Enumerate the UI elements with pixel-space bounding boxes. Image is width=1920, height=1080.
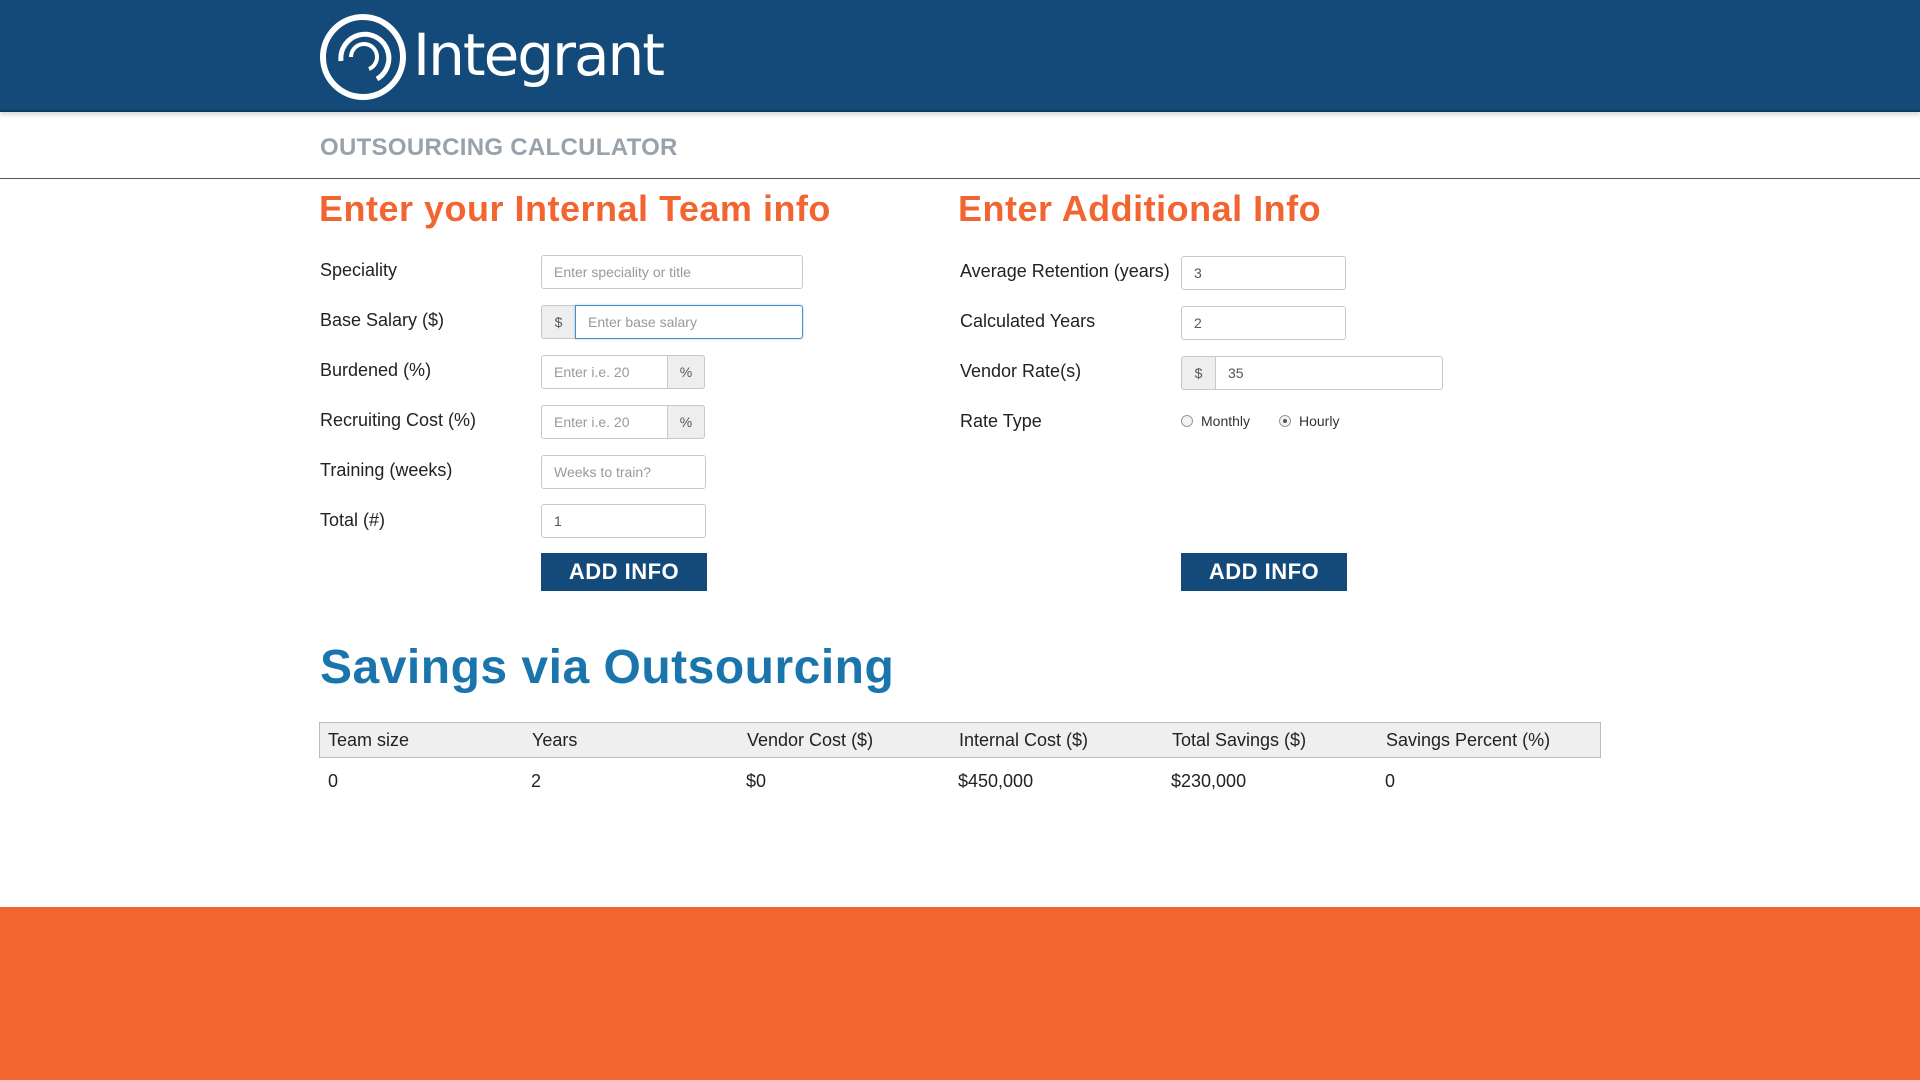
calculated-years-input[interactable] (1181, 306, 1346, 340)
cell-vendor-cost: $0 (746, 770, 767, 791)
column-header-vendor-cost: Vendor Cost ($) (747, 729, 874, 750)
vendor-rate-label: Vendor Rate(s) (960, 361, 1082, 381)
column-header-total-savings: Total Savings ($) (1172, 729, 1307, 750)
integrant-swirl-logo-icon (320, 14, 406, 100)
add-additional-info-button[interactable]: ADD INFO (1181, 553, 1347, 591)
savings-title: Savings via Outsourcing (320, 641, 895, 694)
additional-info-title: Enter Additional Info (958, 188, 1322, 229)
base-salary-input[interactable] (575, 305, 803, 339)
logo-wordmark: Integrant (413, 21, 665, 89)
total-label: Total (#) (320, 510, 386, 530)
cell-years: 2 (531, 770, 542, 791)
column-header-savings-percent: Savings Percent (%) (1386, 729, 1551, 750)
speciality-input[interactable] (541, 255, 803, 289)
hourly-radio-label: Hourly (1299, 413, 1340, 429)
rate-type-monthly-option[interactable]: Monthly (1181, 413, 1250, 429)
burdened-percent-addon: % (667, 355, 705, 389)
monthly-radio[interactable] (1181, 415, 1193, 427)
cell-team-size: 0 (328, 770, 339, 791)
base-salary-label: Base Salary ($) (320, 310, 445, 330)
base-salary-dollar-addon: $ (541, 305, 575, 339)
footer-band (0, 907, 1920, 1080)
training-weeks-input[interactable] (541, 455, 706, 489)
recruiting-cost-label: Recruiting Cost (%) (320, 410, 477, 430)
table-row: 0 2 $0 $450,000 $230,000 0 (319, 758, 1601, 804)
avg-retention-input[interactable] (1181, 256, 1346, 290)
top-header-bar: Integrant (0, 0, 1920, 112)
internal-team-title: Enter your Internal Team info (319, 188, 831, 229)
integrant-logo[interactable]: Integrant (319, 12, 665, 102)
page-subtitle: OUTSOURCING CALCULATOR (320, 134, 678, 161)
training-label: Training (weeks) (320, 460, 453, 480)
recruiting-cost-percent-addon: % (667, 405, 705, 439)
cell-savings-percent: 0 (1385, 770, 1396, 791)
column-header-team-size: Team size (328, 729, 410, 750)
cell-total-savings: $230,000 (1171, 770, 1247, 791)
savings-table-header: Team size Years Vendor Cost ($) Internal… (319, 722, 1601, 758)
burdened-label: Burdened (%) (320, 360, 432, 380)
column-header-years: Years (532, 729, 578, 750)
cell-internal-cost: $450,000 (958, 770, 1034, 791)
add-internal-info-button[interactable]: ADD INFO (541, 553, 707, 591)
hourly-radio[interactable] (1279, 415, 1291, 427)
vendor-rate-input[interactable] (1215, 356, 1443, 390)
rate-type-label: Rate Type (960, 411, 1042, 431)
savings-table: Team size Years Vendor Cost ($) Internal… (319, 722, 1601, 804)
header-divider (0, 178, 1920, 179)
avg-retention-label: Average Retention (years) (960, 261, 1170, 281)
column-header-internal-cost: Internal Cost ($) (959, 729, 1089, 750)
speciality-label: Speciality (320, 260, 398, 280)
calculated-years-label: Calculated Years (960, 311, 1096, 331)
total-input[interactable] (541, 504, 706, 538)
rate-type-hourly-option[interactable]: Hourly (1279, 413, 1339, 429)
vendor-rate-dollar-addon: $ (1181, 356, 1215, 390)
monthly-radio-label: Monthly (1201, 413, 1251, 429)
burdened-input[interactable] (541, 355, 668, 389)
recruiting-cost-input[interactable] (541, 405, 668, 439)
